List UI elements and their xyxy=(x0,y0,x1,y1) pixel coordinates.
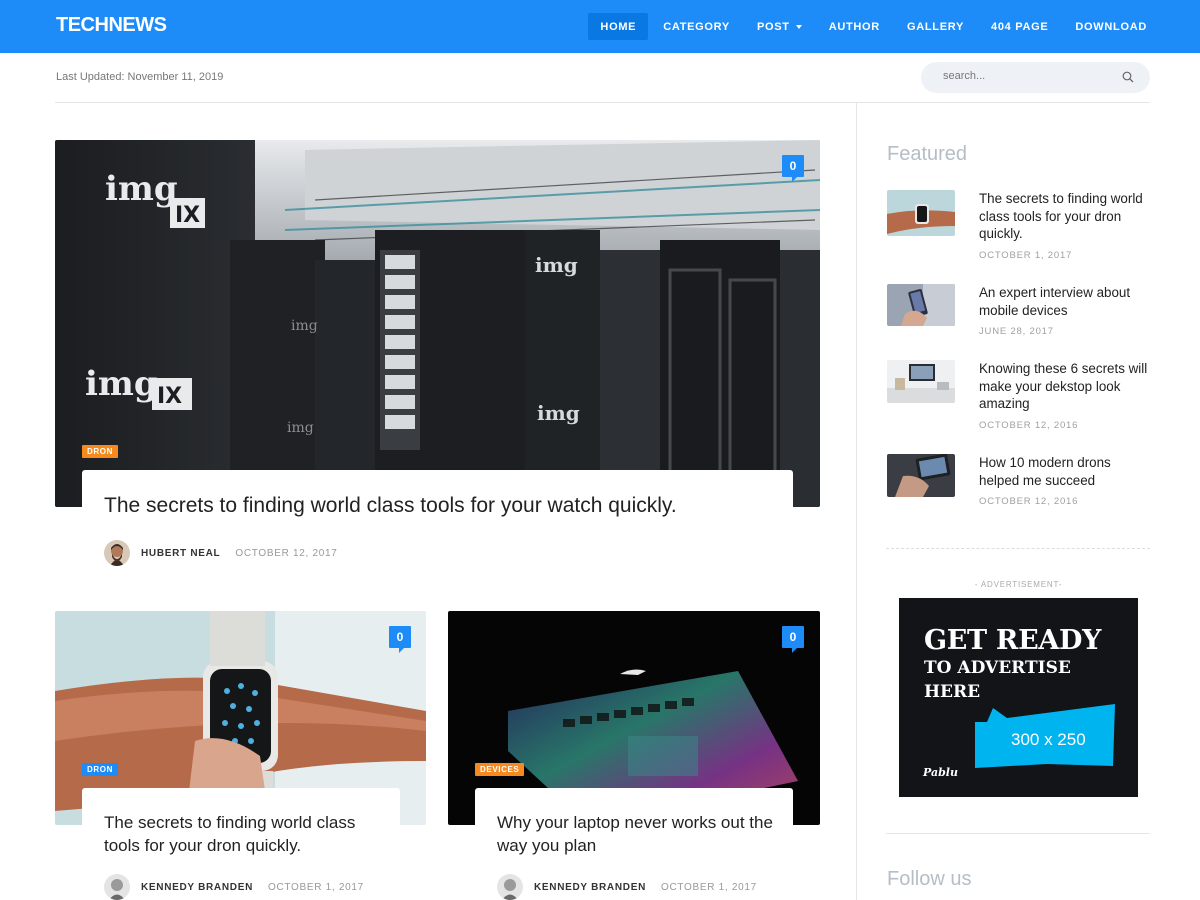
nav-author[interactable]: AUTHOR xyxy=(817,13,892,40)
featured-date: JUNE 28, 2017 xyxy=(979,326,1054,337)
category-tag[interactable]: DEVICES xyxy=(475,763,525,776)
nav-category[interactable]: CATEGORY xyxy=(651,13,742,40)
post-date: OCTOBER 12, 2017 xyxy=(235,547,338,559)
search-box xyxy=(921,62,1150,93)
sidebar-separator xyxy=(886,548,1150,549)
featured-title[interactable]: How 10 modern drons helped me succeed xyxy=(979,454,1151,489)
category-tag[interactable]: DRON xyxy=(82,763,118,776)
author-name[interactable]: KENNEDY BRANDEN xyxy=(534,882,646,893)
featured-date: OCTOBER 12, 2016 xyxy=(979,420,1079,431)
post-date: OCTOBER 1, 2017 xyxy=(268,881,364,893)
nav-post-label: POST xyxy=(756,20,790,33)
comment-count-badge[interactable]: 0 xyxy=(782,626,804,653)
ad-size-text: 300 x 250 xyxy=(1011,730,1086,749)
author-avatar[interactable] xyxy=(497,874,523,900)
card-title[interactable]: Why your laptop never works out the way … xyxy=(497,811,787,857)
card-meta: KENNEDY BRANDEN OCTOBER 1, 2017 xyxy=(497,874,757,900)
nav-404-page[interactable]: 404 PAGE xyxy=(979,13,1060,40)
follow-us-heading: Follow us xyxy=(887,868,972,890)
featured-item[interactable]: An expert interview about mobile devices… xyxy=(887,284,1151,337)
card-title[interactable]: The secrets to finding world class tools… xyxy=(104,811,394,857)
sidebar-divider xyxy=(856,103,857,900)
nav-404-label: 404 PAGE xyxy=(991,20,1049,33)
server-room-photo: img IX img IX img img img img xyxy=(55,140,820,507)
nav-gallery-label: GALLERY xyxy=(906,20,965,33)
svg-text:img: img xyxy=(537,401,580,425)
nav-home[interactable]: HOME xyxy=(588,13,649,40)
featured-item[interactable]: Knowing these 6 secrets will make your d… xyxy=(887,360,1151,431)
nav-post[interactable]: POST xyxy=(745,13,814,40)
nav-home-label: HOME xyxy=(600,20,637,33)
nav-gallery[interactable]: GALLERY xyxy=(895,13,976,40)
category-tag[interactable]: DRON xyxy=(82,445,118,458)
featured-thumb[interactable] xyxy=(887,360,955,403)
svg-text:IX: IX xyxy=(175,203,200,228)
nav-author-label: AUTHOR xyxy=(828,20,880,33)
card-meta: KENNEDY BRANDEN OCTOBER 1, 2017 xyxy=(104,874,364,900)
featured-title[interactable]: An expert interview about mobile devices xyxy=(979,284,1151,319)
svg-text:img: img xyxy=(105,169,178,209)
caret-down-icon xyxy=(795,24,802,29)
featured-heading: Featured xyxy=(887,143,968,165)
svg-text:IX: IX xyxy=(157,384,182,409)
post-date: OCTOBER 1, 2017 xyxy=(661,881,757,893)
featured-title[interactable]: Knowing these 6 secrets will make your d… xyxy=(979,360,1151,413)
advertisement-banner[interactable]: GET READY TO ADVERTISE HERE 300 x 250 Pa… xyxy=(899,598,1138,797)
sidebar-separator xyxy=(886,833,1150,834)
featured-date: OCTOBER 1, 2017 xyxy=(979,250,1073,261)
author-name[interactable]: KENNEDY BRANDEN xyxy=(141,882,253,893)
svg-text:img: img xyxy=(85,364,158,404)
featured-thumb[interactable] xyxy=(887,284,955,326)
featured-thumb[interactable] xyxy=(887,454,955,497)
top-navbar: TECHNEWS HOME CATEGORY POST AUTHOR GALLE… xyxy=(0,0,1200,53)
svg-text:img: img xyxy=(535,253,578,277)
nav-download[interactable]: DOWNLOAD xyxy=(1063,13,1159,40)
featured-thumb[interactable] xyxy=(887,190,955,236)
featured-title[interactable]: The secrets to finding world class tools… xyxy=(979,190,1151,243)
author-name[interactable]: HUBERT NEAL xyxy=(141,548,220,559)
featured-item[interactable]: The secrets to finding world class tools… xyxy=(887,190,1151,261)
hero-meta: HUBERT NEAL OCTOBER 12, 2017 xyxy=(104,540,338,566)
svg-text:img: img xyxy=(287,420,314,436)
ad-brand-logo: Pablu xyxy=(923,766,958,779)
search-icon[interactable] xyxy=(1122,71,1134,83)
subbar-divider xyxy=(55,102,1150,103)
site-logo[interactable]: TECHNEWS xyxy=(56,14,167,37)
author-avatar[interactable] xyxy=(104,874,130,900)
last-updated: Last Updated: November 11, 2019 xyxy=(56,71,224,83)
featured-item[interactable]: How 10 modern drons helped me succeed OC… xyxy=(887,454,1150,508)
nav-category-label: CATEGORY xyxy=(663,20,730,33)
nav-download-label: DOWNLOAD xyxy=(1075,20,1147,33)
main-nav: HOME CATEGORY POST AUTHOR GALLERY 404 PA… xyxy=(585,13,1159,40)
advertisement-label: - ADVERTISEMENT- xyxy=(974,580,1063,589)
author-avatar[interactable] xyxy=(104,540,130,566)
search-input[interactable] xyxy=(943,70,1113,82)
hero-title[interactable]: The secrets to finding world class tools… xyxy=(104,494,784,518)
comment-count-badge[interactable]: 0 xyxy=(782,155,804,182)
hero-image[interactable]: img IX img IX img img img img xyxy=(55,140,820,507)
comment-count-badge[interactable]: 0 xyxy=(389,626,411,653)
featured-date: OCTOBER 12, 2016 xyxy=(979,496,1079,507)
svg-text:img: img xyxy=(291,318,318,334)
